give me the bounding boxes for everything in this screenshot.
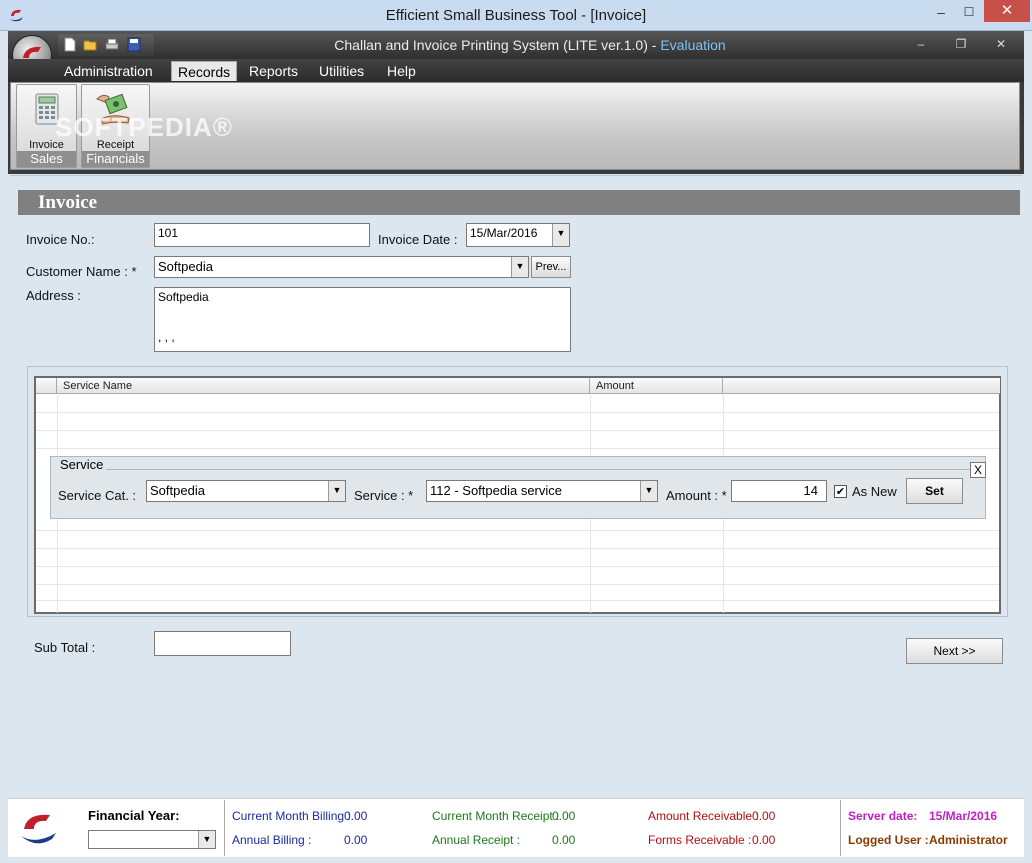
grid-row-header-corner (36, 378, 57, 394)
close-service-panel-button[interactable]: X (970, 462, 986, 478)
print-icon[interactable] (105, 37, 119, 52)
amount-receivable-value: 0.00 (752, 809, 776, 823)
server-date-label: Server date: (848, 809, 918, 823)
address-label: Address : (26, 288, 81, 303)
outer-window-title: Efficient Small Business Tool - [Invoice… (385, 7, 647, 24)
invoice-date-value: 15/Mar/2016 (470, 226, 538, 240)
grid-row-line (36, 430, 999, 431)
chevron-down-icon[interactable]: ▼ (328, 481, 345, 501)
watermark: SOFTPEDIA® (55, 112, 233, 142)
minimize-button[interactable]: – (926, 1, 956, 23)
menu-administration[interactable]: Administration (58, 61, 159, 81)
company-logo-icon (21, 814, 56, 844)
prev-button[interactable]: Prev... (531, 256, 571, 278)
current-month-billing-label: Current Month Billing : (232, 809, 351, 823)
customer-name-value: Softpedia (158, 259, 213, 274)
forms-receivable-value: 0.00 (752, 833, 776, 847)
as-new-label: As New (852, 484, 897, 499)
subtotal-label: Sub Total : (34, 640, 96, 655)
inner-restore-button[interactable]: ❐ (948, 37, 974, 51)
service-label: Service : * (354, 488, 414, 503)
invoice-no-label: Invoice No.: (26, 232, 95, 247)
customer-name-label: Customer Name : * (26, 264, 137, 279)
logged-user-value: Administrator (929, 833, 1008, 847)
status-separator (840, 800, 841, 856)
service-cat-label: Service Cat. : (58, 488, 137, 503)
save-icon[interactable] (127, 37, 141, 52)
service-cat-value: Softpedia (150, 483, 205, 498)
chevron-down-icon[interactable]: ▼ (511, 257, 528, 277)
annual-billing-value: 0.00 (344, 833, 368, 847)
page-title: Invoice (18, 190, 1020, 215)
new-file-icon[interactable] (63, 37, 77, 52)
annual-receipt-value: 0.00 (552, 833, 576, 847)
service-cat-combo[interactable]: Softpedia ▼ (146, 480, 346, 502)
amount-input[interactable]: 14 (731, 480, 827, 502)
address-textarea[interactable]: Softpedia , , , (154, 287, 571, 352)
service-combo[interactable]: 112 - Softpedia service ▼ (426, 480, 658, 502)
menu-utilities[interactable]: Utilities (313, 61, 370, 81)
column-header-service-name[interactable]: Service Name (57, 378, 590, 394)
open-folder-icon[interactable] (83, 37, 97, 52)
logged-user-label: Logged User : (848, 833, 929, 847)
close-button[interactable]: ✕ (984, 0, 1030, 22)
address-line-1: Softpedia (158, 290, 209, 304)
chevron-down-icon[interactable]: ▼ (198, 831, 215, 848)
grid-row-line (36, 448, 999, 449)
grid-row-line (36, 548, 999, 549)
set-button[interactable]: Set (906, 478, 963, 504)
menu-help[interactable]: Help (381, 61, 422, 81)
app-title-text: Challan and Invoice Printing System (LIT… (334, 37, 661, 53)
amount-label: Amount : * (666, 488, 727, 503)
maximize-button[interactable]: ☐ (954, 1, 984, 23)
address-line-2: , , , (158, 330, 175, 344)
service-legend: Service (57, 457, 107, 472)
chevron-down-icon[interactable]: ▼ (640, 481, 657, 501)
annual-billing-label: Annual Billing : (232, 833, 312, 847)
grid-row-line (36, 530, 999, 531)
service-groupbox-line (57, 469, 979, 470)
inner-close-button[interactable]: ✕ (988, 37, 1014, 51)
customer-name-combo[interactable]: Softpedia ▼ (154, 256, 529, 278)
ribbon-group-label-sales: Sales (17, 151, 76, 167)
grid-row-line (36, 566, 999, 567)
current-month-receipt-value: 0.00 (552, 809, 576, 823)
financial-year-label: Financial Year: (88, 808, 180, 823)
inner-minimize-button[interactable]: – (908, 37, 934, 51)
invoice-date-label: Invoice Date : (378, 232, 458, 247)
forms-receivable-label: Forms Receivable : (648, 833, 752, 847)
grid-row-line (36, 412, 999, 413)
current-month-billing-value: 0.00 (344, 809, 368, 823)
ribbon-group-label-financials: Financials (82, 151, 149, 167)
grid-row-line (36, 584, 999, 585)
edition-label: Evaluation (660, 37, 726, 53)
as-new-checkbox[interactable]: ✔ (834, 485, 847, 498)
grid-row-line (36, 600, 999, 601)
chevron-down-icon[interactable]: ▼ (552, 224, 569, 246)
annual-receipt-label: Annual Receipt : (432, 833, 521, 847)
next-button[interactable]: Next >> (906, 638, 1003, 664)
column-header-blank (723, 378, 1000, 394)
amount-receivable-label: Amount Receivable : (648, 809, 759, 823)
menu-reports[interactable]: Reports (243, 61, 304, 81)
current-month-receipt-label: Current Month Receipt : (432, 809, 560, 823)
invoice-date-picker[interactable]: 15/Mar/2016 ▼ (466, 223, 570, 247)
status-separator (224, 800, 225, 856)
server-date-value: 15/Mar/2016 (929, 809, 998, 823)
invoice-no-field[interactable]: 101 (154, 223, 370, 247)
service-value: 112 - Softpedia service (430, 483, 562, 498)
menu-bar (8, 59, 1024, 82)
subtotal-field[interactable] (154, 631, 291, 656)
column-header-amount[interactable]: Amount (590, 378, 723, 394)
financial-year-combo[interactable]: ▼ (88, 830, 216, 849)
app-title: Challan and Invoice Printing System (LIT… (160, 37, 900, 53)
menu-records[interactable]: Records (171, 61, 238, 81)
